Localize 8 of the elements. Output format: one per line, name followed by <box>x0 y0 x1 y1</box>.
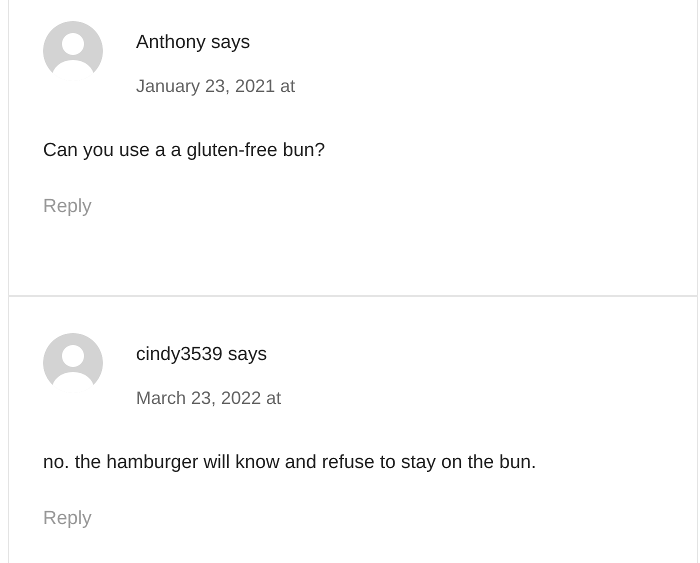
author-name: Anthony says <box>136 31 252 55</box>
comment-date-link[interactable]: January 23, 2021 at <box>136 75 296 97</box>
comment-text: no. the hamburger will know and refuse to stay on the bun. <box>43 451 538 475</box>
comment-date-link[interactable]: March 23, 2022 at <box>136 387 282 409</box>
avatar-icon <box>43 21 103 81</box>
comment-text: Can you use a a gluten-free bun? <box>43 139 326 163</box>
author-name: cindy3539 says <box>136 343 268 367</box>
avatar-icon <box>43 333 103 393</box>
